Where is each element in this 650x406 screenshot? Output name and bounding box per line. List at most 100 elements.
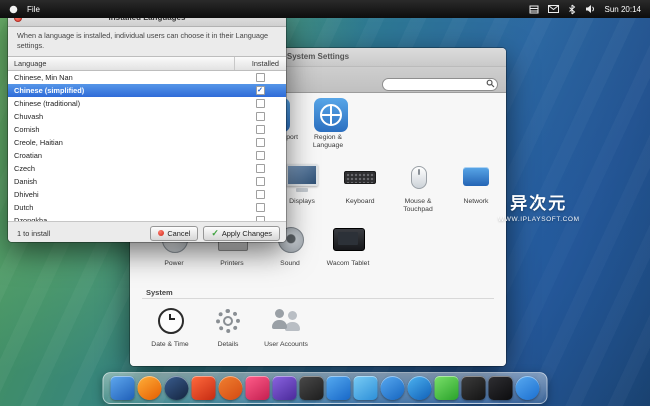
settings-tile-label: User Accounts [258,341,314,349]
language-table-header: Language Installed [8,56,286,71]
watermark: 异次元 WWW.IPLAYSOFT.COM [498,189,580,223]
watermark-url: WWW.IPLAYSOFT.COM [498,216,580,223]
installed-checkbox[interactable] [234,138,286,147]
settings-tile-label: Printers [204,260,260,268]
dock-music-icon[interactable] [246,376,270,400]
dock-finder-icon[interactable] [111,376,135,400]
system-section-header: System [146,288,506,297]
settings-tile[interactable]: Details [200,303,256,365]
mouse-touchpad-icon [398,160,438,196]
settings-tile[interactable]: Network [448,160,504,222]
dock [103,372,548,404]
language-name: Chinese (simplified) [8,86,234,95]
network-icon [456,160,496,196]
cancel-icon [158,230,164,236]
wacom-tablet-icon [328,222,368,258]
language-row[interactable]: Croatian [8,149,286,162]
search-input[interactable] [382,78,498,91]
search-field-wrap [382,73,498,86]
settings-tile[interactable]: User Accounts [258,303,314,365]
language-row[interactable]: Chinese, Min Nan [8,71,286,84]
dock-mail-icon[interactable] [327,376,351,400]
os-logo-icon[interactable] [9,5,18,14]
settings-tile[interactable]: Date & Time [142,303,198,365]
apply-changes-button[interactable]: ✓ Apply Changes [203,226,280,241]
dock-globe-browser-icon[interactable] [165,376,189,400]
user-accounts-icon [266,303,306,339]
language-row[interactable]: Dutch [8,201,286,214]
settings-tile[interactable]: Region & Language [300,98,356,160]
installed-checkbox[interactable] [234,125,286,134]
language-name: Chinese, Min Nan [8,73,234,82]
settings-tile[interactable]: Keyboard [332,160,388,222]
installed-checkbox[interactable] [234,99,286,108]
language-row[interactable]: Dhivehi [8,188,286,201]
settings-tile-label: Network [448,198,504,206]
keyboard-layout-icon[interactable] [529,5,539,14]
dialog-description: When a language is installed, individual… [8,27,286,56]
dock-help-browser-icon[interactable] [516,376,540,400]
language-name: Dzongkha [8,216,234,221]
language-name: Cornish [8,125,234,134]
dock-app-store-icon[interactable] [381,376,405,400]
language-name: Dutch [8,203,234,212]
installed-checkbox[interactable] [234,190,286,199]
displays-icon [282,160,322,196]
installed-checkbox[interactable] [234,73,286,82]
installed-languages-dialog: Installed Languages When a language is i… [8,10,286,242]
language-list[interactable]: Chinese, Min Nan Chinese (simplified) Ch… [8,71,286,221]
dock-smart-speaker-icon[interactable] [489,376,513,400]
language-row[interactable]: Danish [8,175,286,188]
language-row[interactable]: Czech [8,162,286,175]
dock-ubuntu-software-icon[interactable] [219,376,243,400]
dock-media-player-icon[interactable] [192,376,216,400]
installed-checkbox[interactable] [234,164,286,173]
settings-tile-label: Keyboard [332,198,388,206]
language-row[interactable]: Chuvash [8,110,286,123]
language-row[interactable]: Chinese (traditional) [8,97,286,110]
dock-weather-icon[interactable] [354,376,378,400]
installed-checkbox[interactable] [234,216,286,221]
settings-row: Displays Keyboard Mouse & Touchpad Netwo… [274,160,506,222]
dock-photos-icon[interactable] [300,376,324,400]
menu-file[interactable]: File [27,5,40,14]
language-name: Czech [8,164,234,173]
language-name: Creole, Haitian [8,138,234,147]
settings-tile[interactable]: Wacom Tablet [320,222,376,284]
search-icon [486,75,495,93]
language-row[interactable]: Cornish [8,123,286,136]
installed-checkbox[interactable] [234,86,286,95]
watermark-title: 异次元 [498,189,580,214]
section-divider [142,298,494,299]
language-row[interactable]: Chinese (simplified) [8,84,286,97]
dock-video-player-icon[interactable] [273,376,297,400]
language-row[interactable]: Creole, Haitian [8,136,286,149]
menubar-clock[interactable]: Sun 20:14 [605,5,641,14]
settings-tile[interactable]: Mouse & Touchpad [390,160,446,222]
volume-icon[interactable] [585,4,596,14]
apply-label: Apply Changes [222,229,272,238]
mail-icon[interactable] [548,5,559,13]
apply-check-icon: ✓ [211,229,219,238]
column-installed[interactable]: Installed [234,57,286,70]
installed-checkbox[interactable] [234,203,286,212]
language-name: Danish [8,177,234,186]
dock-messages-icon[interactable] [435,376,459,400]
installed-checkbox[interactable] [234,112,286,121]
installed-checkbox[interactable] [234,151,286,160]
language-row[interactable]: Dzongkha [8,214,286,221]
settings-tile-label: Wacom Tablet [320,260,376,268]
settings-tile-label: Sound [262,260,318,268]
dock-safari-icon[interactable] [408,376,432,400]
settings-tile-label: Region & Language [300,134,356,150]
installed-checkbox[interactable] [234,177,286,186]
dock-camera-icon[interactable] [462,376,486,400]
date-time-icon [150,303,190,339]
details-icon [208,303,248,339]
cancel-button[interactable]: Cancel [150,226,198,241]
dialog-footer: 1 to install Cancel ✓ Apply Changes [8,221,286,242]
column-language[interactable]: Language [8,59,234,68]
dock-firefox-icon[interactable] [138,376,162,400]
region-language-icon [314,98,348,132]
bluetooth-icon[interactable] [568,4,576,15]
